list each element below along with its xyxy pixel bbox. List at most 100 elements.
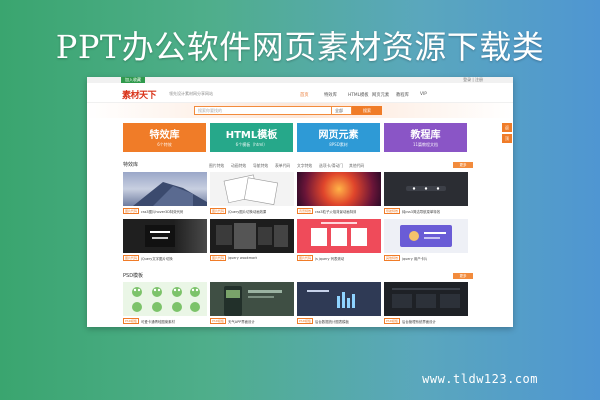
category-badge: PSD模板 <box>123 318 140 324</box>
tab-tabs[interactable]: 选项卡/滑动门 <box>319 163 349 169</box>
category-badge: 图片代码 <box>210 208 227 214</box>
user-card-picture <box>400 225 452 247</box>
thumb-card[interactable]: 其他特效 jquery 用户卡片 <box>384 219 468 263</box>
building-picture <box>133 182 207 206</box>
section-tabs: 图片特效 动画特效 导航特效 表单代码 文字特效 选项卡/滑动门 其他代码 <box>209 163 371 169</box>
thumb-image <box>210 282 294 316</box>
text-slide-picture <box>145 225 175 247</box>
card-caption[interactable]: css3粒子火焰背景动画特效 <box>315 209 356 214</box>
thumb-card[interactable]: PSD模板 后台管理系统界面设计 <box>384 282 468 326</box>
phone-app-picture <box>224 286 282 316</box>
watermark-url: www.tldw123.com <box>422 372 538 386</box>
category-badge: 其他特效 <box>384 255 401 261</box>
nav-item-tutorials[interactable]: 教程库 <box>396 92 420 98</box>
tab-animation[interactable]: 动画特效 <box>231 163 253 169</box>
card-caption[interactable]: 可爱卡通青蛙图案素材 <box>141 319 175 324</box>
main-nav: 首页 特效库 HTML模板 网页元素 教程库 VIP <box>300 92 444 98</box>
effects-grid-row1: 图片代码 css3图片hover3D特效代码 图片代码 jQuery图片切换动画效果… <box>123 172 468 216</box>
search-button[interactable]: 搜索 <box>352 106 382 115</box>
card-caption[interactable]: 纯css3简洁导航菜单特效 <box>402 209 440 214</box>
thumb-card[interactable]: PSD模板 天气APP界面设计 <box>210 282 294 326</box>
site-slogan: 领先设计素材网分享网站 <box>169 91 213 96</box>
tile-sub: 11篇教程文档 <box>412 142 439 147</box>
effects-grid-row2: 图片代码 jQuery文字图片切换 图片代码 jquery wookmark 图片代… <box>123 219 468 263</box>
category-tiles: 特效库 6个特效 HTML模板 6个模板（html） 网页元素 8PSD素材 教… <box>123 123 467 152</box>
thumb-card[interactable]: 背景特效 css3粒子火焰背景动画特效 <box>297 172 381 216</box>
thumb-card[interactable]: PSD模板 后台数据统计图表模板 <box>297 282 381 326</box>
thumb-card[interactable]: 图片代码 css3图片hover3D特效代码 <box>123 172 207 216</box>
psd-grid-row: PSD模板 可爱卡通青蛙图案素材 PSD模板 天气APP界面设计 PSD模板 后台数据… <box>123 282 468 326</box>
thumb-image <box>297 172 381 206</box>
thumb-image <box>210 172 294 206</box>
category-badge: PSD模板 <box>210 318 227 324</box>
site-header: 素材天下 领先设计素材网分享网站 首页 特效库 HTML模板 网页元素 教程库 … <box>87 83 513 103</box>
nav-item-html[interactable]: HTML模板 <box>348 92 372 98</box>
card-caption[interactable]: css3图片hover3D特效代码 <box>141 209 183 214</box>
thumb-image <box>123 282 207 316</box>
card-caption[interactable]: 天气APP界面设计 <box>228 319 255 324</box>
thumb-image <box>123 219 207 253</box>
category-badge: 图片代码 <box>297 255 314 261</box>
stats-picture <box>307 290 355 308</box>
thumb-card[interactable]: 图片代码 jQuery文字图片切换 <box>123 219 207 263</box>
sketch-picture <box>223 174 279 205</box>
list-picture <box>311 222 367 246</box>
tile-title: 网页元素 <box>318 130 359 141</box>
gallery-picture <box>216 223 288 249</box>
banner-title: PPT办公软件网页素材资源下载类 <box>55 28 545 66</box>
site-logo[interactable]: 素材天下 <box>122 88 157 101</box>
category-badge: PSD模板 <box>297 318 314 324</box>
section-title-psd: PSD模板 <box>123 273 144 279</box>
card-caption[interactable]: 后台数据统计图表模板 <box>315 319 349 324</box>
card-caption[interactable]: js jquery 列表滚动 <box>315 256 344 261</box>
top-button[interactable]: 顶 <box>502 134 512 143</box>
website-screenshot: 加入收藏 登录 | 注册 素材天下 领先设计素材网分享网站 首页 特效库 HTM… <box>87 77 513 327</box>
tile-sub: 6个特效 <box>157 142 172 147</box>
tile-tutorials[interactable]: 教程库 11篇教程文档 <box>384 123 467 152</box>
more-button-effects[interactable]: 更多 <box>453 162 473 168</box>
category-badge: 图片代码 <box>123 255 140 261</box>
card-caption[interactable]: jQuery文字图片切换 <box>141 256 173 261</box>
card-caption[interactable]: jquery 用户卡片 <box>402 256 427 261</box>
section-title-effects: 特效库 <box>123 162 139 168</box>
thumb-card[interactable]: 图片代码 js jquery 列表滚动 <box>297 219 381 263</box>
tile-title: HTML模板 <box>225 130 278 141</box>
tab-text[interactable]: 文字特效 <box>297 163 319 169</box>
tab-image[interactable]: 图片特效 <box>209 163 231 169</box>
tab-other[interactable]: 其他代码 <box>349 163 371 169</box>
search-category-select[interactable]: 全部 <box>332 106 352 115</box>
thumb-card[interactable]: 图片代码 jquery wookmark <box>210 219 294 263</box>
thumb-card[interactable]: 导航特效 纯css3简洁导航菜单特效 <box>384 172 468 216</box>
nav-item-elements[interactable]: 网页元素 <box>372 92 396 98</box>
thumb-image <box>384 172 468 206</box>
card-caption[interactable]: jquery wookmark <box>228 256 257 260</box>
tile-sub: 8PSD素材 <box>329 142 348 147</box>
thumb-card[interactable]: 图片代码 jQuery图片切换动画效果 <box>210 172 294 216</box>
search-band: 搜索你要找的 全部 搜索 <box>87 103 513 118</box>
more-button-psd[interactable]: 更多 <box>453 273 473 279</box>
thumb-card[interactable]: PSD模板 可爱卡通青蛙图案素材 <box>123 282 207 326</box>
category-badge: 图片代码 <box>210 255 227 261</box>
nav-item-home[interactable]: 首页 <box>300 92 324 98</box>
nav-item-vip[interactable]: VIP <box>420 92 444 98</box>
tile-effects[interactable]: 特效库 6个特效 <box>123 123 206 152</box>
category-badge: 背景特效 <box>297 208 314 214</box>
thumb-image <box>297 282 381 316</box>
thumb-image <box>210 219 294 253</box>
card-caption[interactable]: 后台管理系统界面设计 <box>402 319 436 324</box>
thumb-image <box>384 282 468 316</box>
category-badge: PSD模板 <box>384 318 401 324</box>
thumb-image <box>297 219 381 253</box>
tile-sub: 6个模板（html） <box>235 142 268 147</box>
tile-html[interactable]: HTML模板 6个模板（html） <box>210 123 293 152</box>
tile-elements[interactable]: 网页元素 8PSD素材 <box>297 123 380 152</box>
menu-picture <box>406 186 446 191</box>
tab-nav[interactable]: 导航特效 <box>253 163 275 169</box>
nav-item-effects[interactable]: 特效库 <box>324 92 348 98</box>
back-button[interactable]: 返 <box>502 123 512 132</box>
search-input[interactable]: 搜索你要找的 <box>194 106 332 115</box>
card-caption[interactable]: jQuery图片切换动画效果 <box>228 209 266 214</box>
category-badge: 图片代码 <box>123 208 140 214</box>
tab-form[interactable]: 表单代码 <box>275 163 297 169</box>
thumb-image <box>123 172 207 206</box>
